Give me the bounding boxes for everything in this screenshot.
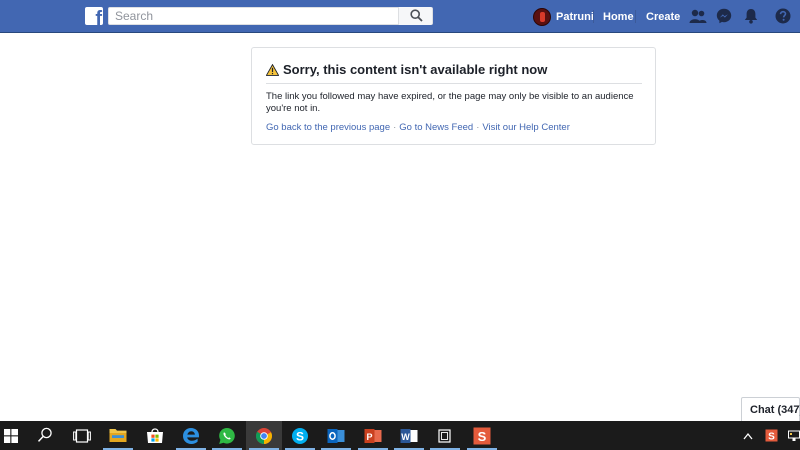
whatsapp-button[interactable] bbox=[209, 421, 245, 450]
outlook-icon bbox=[327, 429, 345, 443]
nav-divider bbox=[635, 10, 636, 23]
divider bbox=[266, 83, 642, 84]
network-icon[interactable] bbox=[788, 430, 800, 442]
messenger-icon[interactable] bbox=[716, 8, 732, 24]
nav-divider bbox=[593, 10, 594, 23]
chat-tab[interactable]: Chat (347) bbox=[741, 397, 800, 421]
generic-app-icon bbox=[438, 429, 451, 443]
news-feed-link[interactable]: Go to News Feed bbox=[399, 122, 473, 133]
chat-label: Chat (347) bbox=[750, 404, 800, 416]
notifications-bell-icon[interactable] bbox=[743, 8, 759, 24]
search-button[interactable] bbox=[398, 7, 432, 25]
edge-button[interactable] bbox=[173, 421, 209, 450]
powerpoint-icon: P bbox=[364, 429, 382, 443]
svg-text:S: S bbox=[478, 429, 487, 444]
sublime-icon: S bbox=[473, 427, 491, 445]
file-explorer-button[interactable] bbox=[100, 421, 136, 450]
link-separator: · bbox=[393, 122, 397, 133]
tray-app-icon[interactable]: S bbox=[765, 429, 778, 442]
cortana-search-button[interactable] bbox=[28, 421, 64, 450]
warning-icon bbox=[266, 63, 279, 76]
link-separator: · bbox=[476, 122, 480, 133]
friend-requests-icon[interactable] bbox=[689, 8, 707, 24]
go-back-link[interactable]: Go back to the previous page bbox=[266, 122, 390, 133]
skype-button[interactable]: S bbox=[282, 421, 318, 450]
search-box bbox=[108, 7, 433, 25]
word-icon: W bbox=[400, 429, 418, 443]
chrome-icon bbox=[256, 428, 272, 444]
sublime-button[interactable]: S bbox=[464, 421, 500, 450]
svg-text:W: W bbox=[401, 432, 410, 442]
show-hidden-icons-icon[interactable] bbox=[743, 432, 753, 440]
svg-text:P: P bbox=[366, 432, 372, 442]
powerpoint-button[interactable]: P bbox=[355, 421, 391, 450]
top-navigation-bar: f Patruni Home Create bbox=[0, 0, 800, 33]
edge-icon bbox=[183, 428, 199, 444]
facebook-logo-icon[interactable]: f bbox=[85, 7, 103, 25]
svg-text:S: S bbox=[296, 430, 304, 444]
whatsapp-icon bbox=[219, 428, 235, 444]
word-button[interactable]: W bbox=[391, 421, 427, 450]
cortana-search-icon bbox=[37, 427, 52, 442]
create-link[interactable]: Create bbox=[646, 11, 680, 23]
chrome-button[interactable] bbox=[246, 421, 282, 450]
help-links: Go back to the previous page · Go to News … bbox=[266, 122, 570, 133]
profile-link[interactable]: Patruni bbox=[533, 7, 594, 26]
logo-letter: f bbox=[95, 8, 102, 25]
windows-taskbar: S P W S S bbox=[0, 421, 800, 450]
svg-text:S: S bbox=[768, 432, 775, 443]
outlook-button[interactable] bbox=[318, 421, 354, 450]
task-view-button[interactable] bbox=[64, 421, 100, 450]
help-icon[interactable] bbox=[775, 8, 791, 24]
generic-app-button[interactable] bbox=[427, 421, 463, 450]
avatar bbox=[533, 7, 551, 26]
profile-name: Patruni bbox=[556, 10, 594, 23]
store-button[interactable] bbox=[137, 421, 173, 450]
store-icon bbox=[147, 428, 163, 443]
page-title: Sorry, this content isn't available righ… bbox=[283, 62, 548, 77]
file-explorer-icon bbox=[109, 429, 127, 442]
error-message: The link you followed may have expired, … bbox=[266, 91, 634, 114]
windows-start-icon bbox=[4, 429, 18, 443]
skype-icon: S bbox=[292, 428, 308, 444]
card-header: Sorry, this content isn't available righ… bbox=[266, 62, 547, 77]
search-input[interactable] bbox=[109, 8, 399, 24]
help-center-link[interactable]: Visit our Help Center bbox=[482, 122, 569, 133]
search-icon bbox=[410, 9, 423, 22]
home-link[interactable]: Home bbox=[603, 11, 634, 23]
task-view-icon bbox=[73, 429, 91, 443]
content-unavailable-card: Sorry, this content isn't available righ… bbox=[251, 47, 656, 145]
